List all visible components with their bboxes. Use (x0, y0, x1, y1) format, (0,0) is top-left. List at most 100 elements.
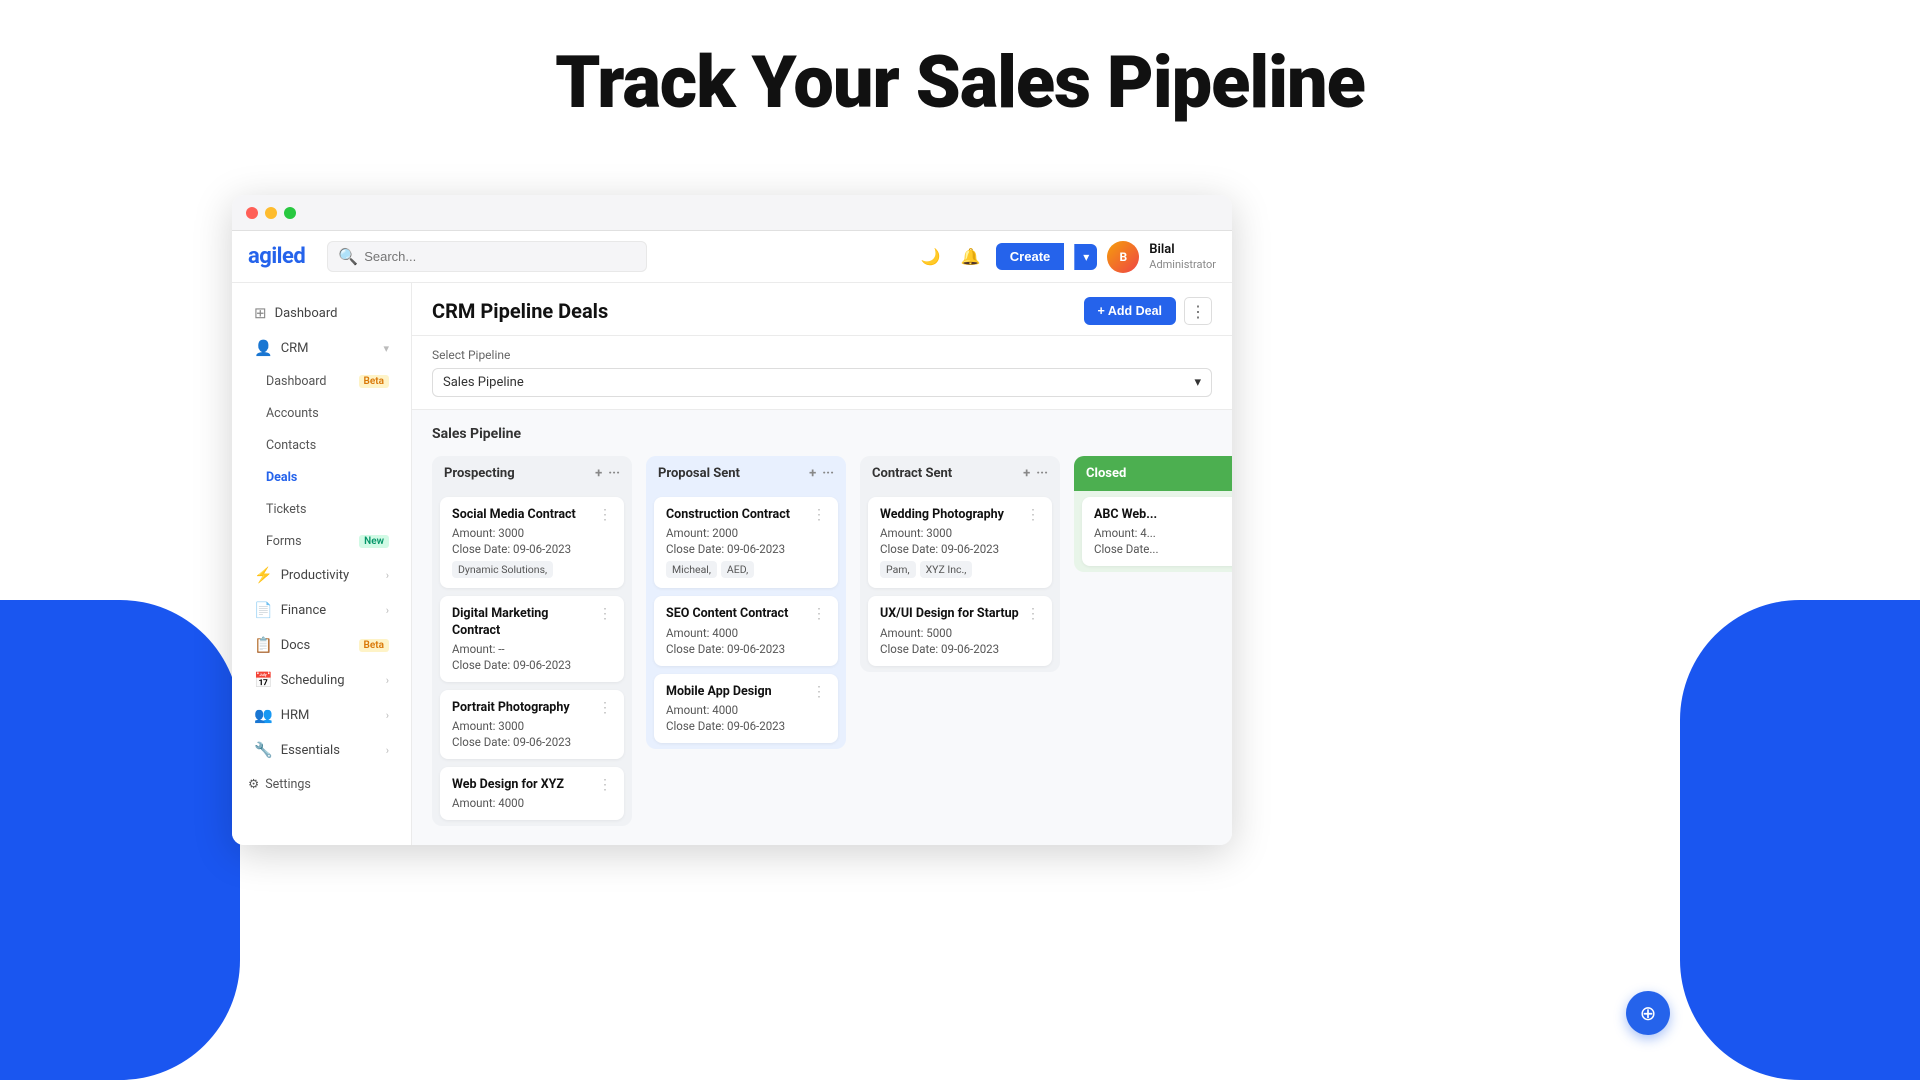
col-header-actions-contract-sent: + ··· (1023, 466, 1048, 481)
deal-title: Construction Contract (666, 507, 790, 523)
sidebar-item-dashboard[interactable]: ⊞ Dashboard (238, 296, 405, 330)
deal-card[interactable]: SEO Content Contract ⋮ Amount: 4000 Clos… (654, 596, 838, 665)
col-title-prospecting: Prospecting (444, 466, 515, 481)
add-card-icon[interactable]: + (595, 466, 602, 481)
deal-card[interactable]: Social Media Contract ⋮ Amount: 3000 Clo… (440, 497, 624, 588)
sidebar-item-docs[interactable]: 📋 Docs Beta (238, 628, 405, 662)
kanban-col-proposal-sent: Proposal Sent + ··· Construction Contrac… (646, 456, 846, 749)
deal-title: Mobile App Design (666, 684, 772, 700)
beta-badge: Beta (359, 375, 389, 388)
app-body: ⊞ Dashboard 👤 CRM ▾ Dashboard Beta Accou… (232, 283, 1232, 845)
beta-badge-docs: Beta (359, 639, 389, 652)
deal-date: Close Date: 09-06-2023 (666, 719, 826, 733)
sidebar-item-contacts[interactable]: Contacts (238, 430, 405, 461)
finance-icon: 📄 (254, 601, 273, 619)
deal-menu-icon[interactable]: ⋮ (812, 507, 826, 523)
sidebar-item-finance[interactable]: 📄 Finance › (238, 593, 405, 627)
col-menu-icon[interactable]: ··· (822, 466, 834, 481)
deal-card[interactable]: ABC Web... ⋮ Amount: 4... Close Date... (1082, 497, 1232, 566)
col-menu-icon[interactable]: ··· (1036, 466, 1048, 481)
essentials-icon: 🔧 (254, 741, 273, 759)
add-deal-button[interactable]: + Add Deal (1084, 297, 1176, 325)
bg-blob-left (0, 600, 240, 1080)
sidebar-item-label: Productivity (281, 568, 349, 583)
sidebar-item-label: Accounts (266, 406, 319, 421)
col-menu-icon[interactable]: ··· (608, 466, 620, 481)
deal-card[interactable]: Digital Marketing Contract ⋮ Amount: -- … (440, 596, 624, 682)
chevron-right-icon: › (386, 569, 389, 582)
window-close-dot[interactable] (246, 207, 258, 219)
floating-help-button[interactable]: ⊕ (1626, 991, 1670, 1035)
sidebar-item-productivity[interactable]: ⚡ Productivity › (238, 558, 405, 592)
chevron-right-icon: › (386, 604, 389, 617)
search-bar[interactable]: 🔍 (327, 241, 647, 272)
deal-menu-icon[interactable]: ⋮ (812, 684, 826, 700)
deal-card-header: SEO Content Contract ⋮ (666, 606, 826, 622)
chevron-right-icon: › (386, 744, 389, 757)
pipeline-select-dropdown[interactable]: Sales Pipeline ▾ (432, 368, 1212, 397)
sidebar-item-crm-dashboard[interactable]: Dashboard Beta (238, 366, 405, 397)
deal-card-header: Mobile App Design ⋮ (666, 684, 826, 700)
settings-label: Settings (265, 777, 311, 792)
deal-menu-icon[interactable]: ⋮ (1026, 507, 1040, 523)
deal-date: Close Date: 09-06-2023 (880, 542, 1040, 556)
window-chrome (232, 195, 1232, 231)
kanban-col-prospecting: Prospecting + ··· Social Media Contract … (432, 456, 632, 826)
sidebar-item-scheduling[interactable]: 📅 Scheduling › (238, 663, 405, 697)
deal-menu-icon[interactable]: ⋮ (812, 606, 826, 622)
deal-menu-icon[interactable]: ⋮ (598, 606, 612, 622)
add-card-icon[interactable]: + (809, 466, 816, 481)
avatar: B (1107, 241, 1139, 273)
sidebar-item-essentials[interactable]: 🔧 Essentials › (238, 733, 405, 767)
kanban-columns: Prospecting + ··· Social Media Contract … (432, 456, 1212, 826)
settings-item[interactable]: ⚙ Settings (232, 768, 411, 800)
deal-amount: Amount: 3000 (880, 526, 1040, 540)
chevron-down-icon: ▾ (383, 342, 389, 355)
sidebar-item-label: HRM (281, 708, 310, 723)
create-dropdown-button[interactable]: ▾ (1074, 244, 1097, 270)
deal-card[interactable]: Wedding Photography ⋮ Amount: 3000 Close… (868, 497, 1052, 588)
sidebar-item-crm[interactable]: 👤 CRM ▾ (238, 331, 405, 365)
deal-menu-icon[interactable]: ⋮ (598, 777, 612, 793)
hero-title: Track Your Sales Pipeline (0, 0, 1920, 155)
pipeline-select-label: Select Pipeline (432, 348, 1212, 362)
deal-card[interactable]: Mobile App Design ⋮ Amount: 4000 Close D… (654, 674, 838, 743)
deal-menu-icon[interactable]: ⋮ (598, 507, 612, 523)
deal-title: Portrait Photography (452, 700, 570, 716)
deal-amount: Amount: 2000 (666, 526, 826, 540)
sidebar-item-deals[interactable]: Deals (238, 462, 405, 493)
window-minimize-dot[interactable] (265, 207, 277, 219)
deal-menu-icon[interactable]: ⋮ (598, 700, 612, 716)
sidebar-item-accounts[interactable]: Accounts (238, 398, 405, 429)
dark-mode-button[interactable]: 🌙 (916, 242, 946, 272)
deal-card-header: ABC Web... ⋮ (1094, 507, 1232, 523)
productivity-icon: ⚡ (254, 566, 273, 584)
window-maximize-dot[interactable] (284, 207, 296, 219)
kanban-col-contract-sent: Contract Sent + ··· Wedding Photography … (860, 456, 1060, 672)
deal-card[interactable]: Portrait Photography ⋮ Amount: 3000 Clos… (440, 690, 624, 759)
deal-card[interactable]: Web Design for XYZ ⋮ Amount: 4000 (440, 767, 624, 820)
deal-date: Close Date: 09-06-2023 (452, 735, 612, 749)
deal-date: Close Date: 09-06-2023 (666, 642, 826, 656)
add-card-icon[interactable]: + (1023, 466, 1030, 481)
sidebar-item-hrm[interactable]: 👥 HRM › (238, 698, 405, 732)
deal-title: Social Media Contract (452, 507, 576, 523)
deal-card[interactable]: Construction Contract ⋮ Amount: 2000 Clo… (654, 497, 838, 588)
notifications-button[interactable]: 🔔 (956, 242, 986, 272)
deal-menu-icon[interactable]: ⋮ (1026, 606, 1040, 622)
kanban-col-body-proposal-sent: Construction Contract ⋮ Amount: 2000 Clo… (646, 491, 846, 749)
create-button[interactable]: Create (996, 243, 1064, 270)
search-input[interactable] (364, 249, 636, 264)
app-window: agiled 🔍 🌙 🔔 Create ▾ B Bilal Administra… (232, 195, 1232, 845)
more-options-button[interactable]: ⋮ (1184, 297, 1212, 325)
deal-card[interactable]: UX/UI Design for Startup ⋮ Amount: 5000 … (868, 596, 1052, 665)
pipeline-select-row: Select Pipeline Sales Pipeline ▾ (412, 336, 1232, 410)
user-role: Administrator (1149, 258, 1216, 271)
docs-icon: 📋 (254, 636, 273, 654)
sidebar-item-forms[interactable]: Forms New (238, 526, 405, 557)
deal-tags: Dynamic Solutions, (452, 561, 612, 578)
deal-amount: Amount: 3000 (452, 526, 612, 540)
deal-tag: Pam, (880, 561, 916, 578)
deal-amount: Amount: -- (452, 642, 612, 656)
sidebar-item-tickets[interactable]: Tickets (238, 494, 405, 525)
